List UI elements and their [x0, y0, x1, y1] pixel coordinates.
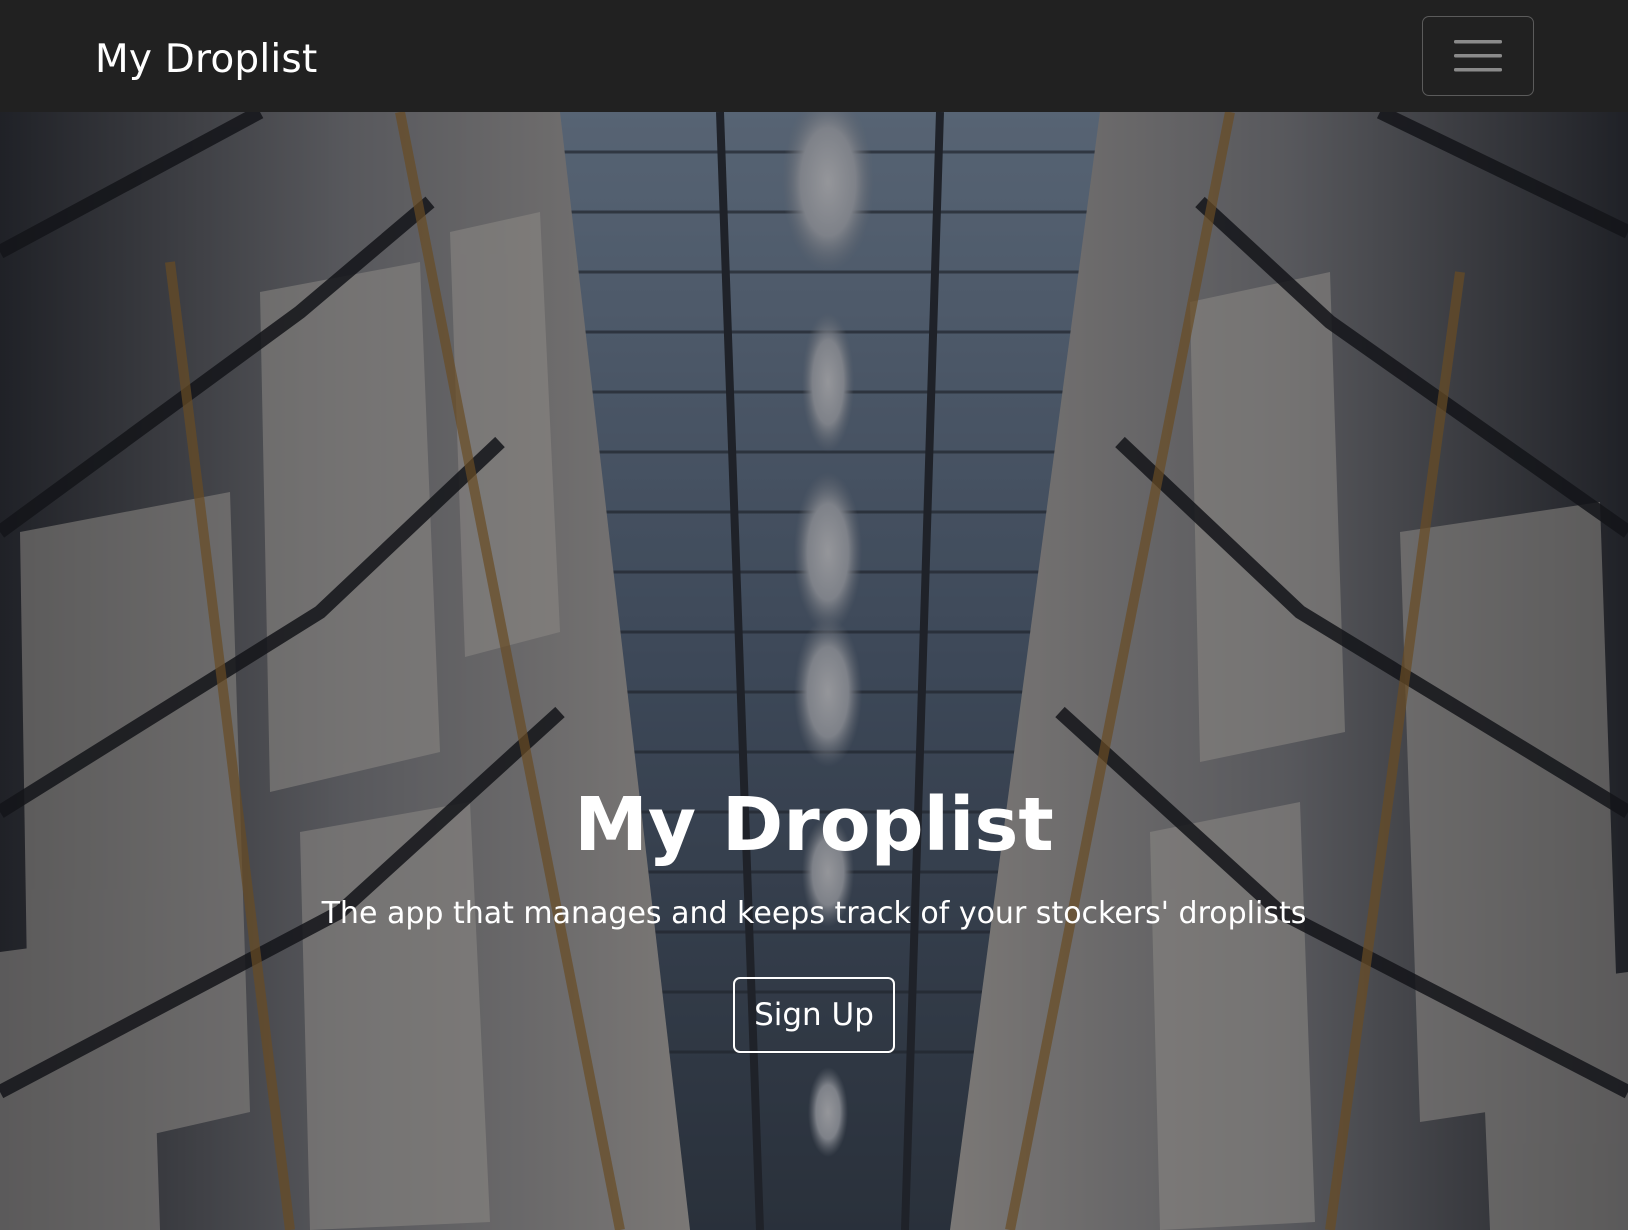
hero-dark-overlay: [0, 112, 1628, 1230]
hero-subtitle: The app that manages and keeps track of …: [321, 896, 1307, 931]
top-navbar: My Droplist: [0, 0, 1628, 112]
navbar-brand-link[interactable]: My Droplist: [95, 34, 317, 86]
hero-title: My Droplist: [574, 782, 1054, 868]
navbar-toggler-button[interactable]: [1422, 16, 1534, 96]
hamburger-menu-icon: [1454, 40, 1502, 72]
hero-section: [0, 112, 1628, 1230]
sign-up-button[interactable]: Sign Up: [733, 977, 895, 1053]
